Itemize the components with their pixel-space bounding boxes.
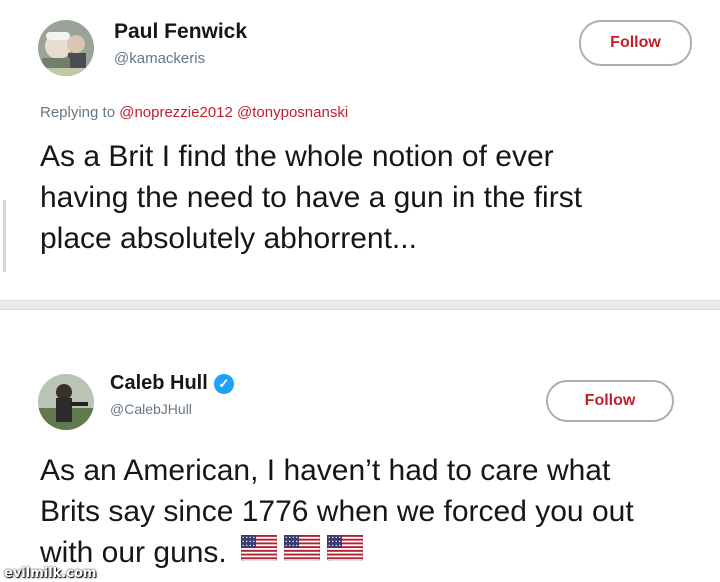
replying-to: Replying to @noprezzie2012 @tonyposnansk… (40, 104, 348, 121)
display-name[interactable]: Paul Fenwick (114, 20, 247, 44)
mention-link[interactable]: @tonyposnanski (237, 104, 348, 121)
author-name-row: Caleb Hull ✓ (110, 372, 234, 395)
tweet-text-line: Brits say since 1776 when we forced you … (40, 495, 634, 528)
tweet-text: As a Brit I find the whole notion of eve… (40, 136, 582, 259)
avatar[interactable] (38, 374, 94, 430)
tweet-card: Paul Fenwick @kamackeris Follow Replying… (0, 0, 720, 300)
author-name-row: Paul Fenwick (114, 20, 247, 44)
tweet-text-line: As an American, I haven’t had to care wh… (40, 454, 611, 487)
user-handle[interactable]: @CalebJHull (110, 401, 192, 417)
us-flag-icon (326, 531, 364, 572)
tweet-text: As an American, I haven’t had to care wh… (40, 450, 634, 575)
emoji-group (240, 531, 364, 572)
tweet-text-segment: with our guns. (40, 536, 227, 569)
side-credit-mark (1, 200, 9, 272)
mention-link[interactable]: @noprezzie2012 (119, 104, 233, 121)
verified-badge-icon: ✓ (213, 373, 234, 394)
user-handle[interactable]: @kamackeris (114, 50, 205, 67)
follow-button[interactable]: Follow (579, 20, 692, 66)
tweet-card: Caleb Hull ✓ @CalebJHull Follow As an Am… (0, 310, 720, 582)
reply-prefix: Replying to (40, 104, 116, 121)
display-name[interactable]: Caleb Hull (110, 372, 208, 395)
avatar[interactable] (38, 20, 94, 76)
follow-button[interactable]: Follow (546, 380, 674, 422)
tweet-text-line: As a Brit I find the whole notion of eve… (40, 140, 554, 173)
tweet-text-line: with our guns. (40, 532, 634, 575)
tweet-text-line: having the need to have a gun in the fir… (40, 181, 583, 214)
watermark: evilmilk.com (4, 566, 97, 581)
us-flag-icon (240, 531, 278, 572)
tweet-divider (0, 300, 720, 310)
us-flag-icon (283, 531, 321, 572)
tweet-text-line: place absolutely abhorrent... (40, 222, 417, 255)
